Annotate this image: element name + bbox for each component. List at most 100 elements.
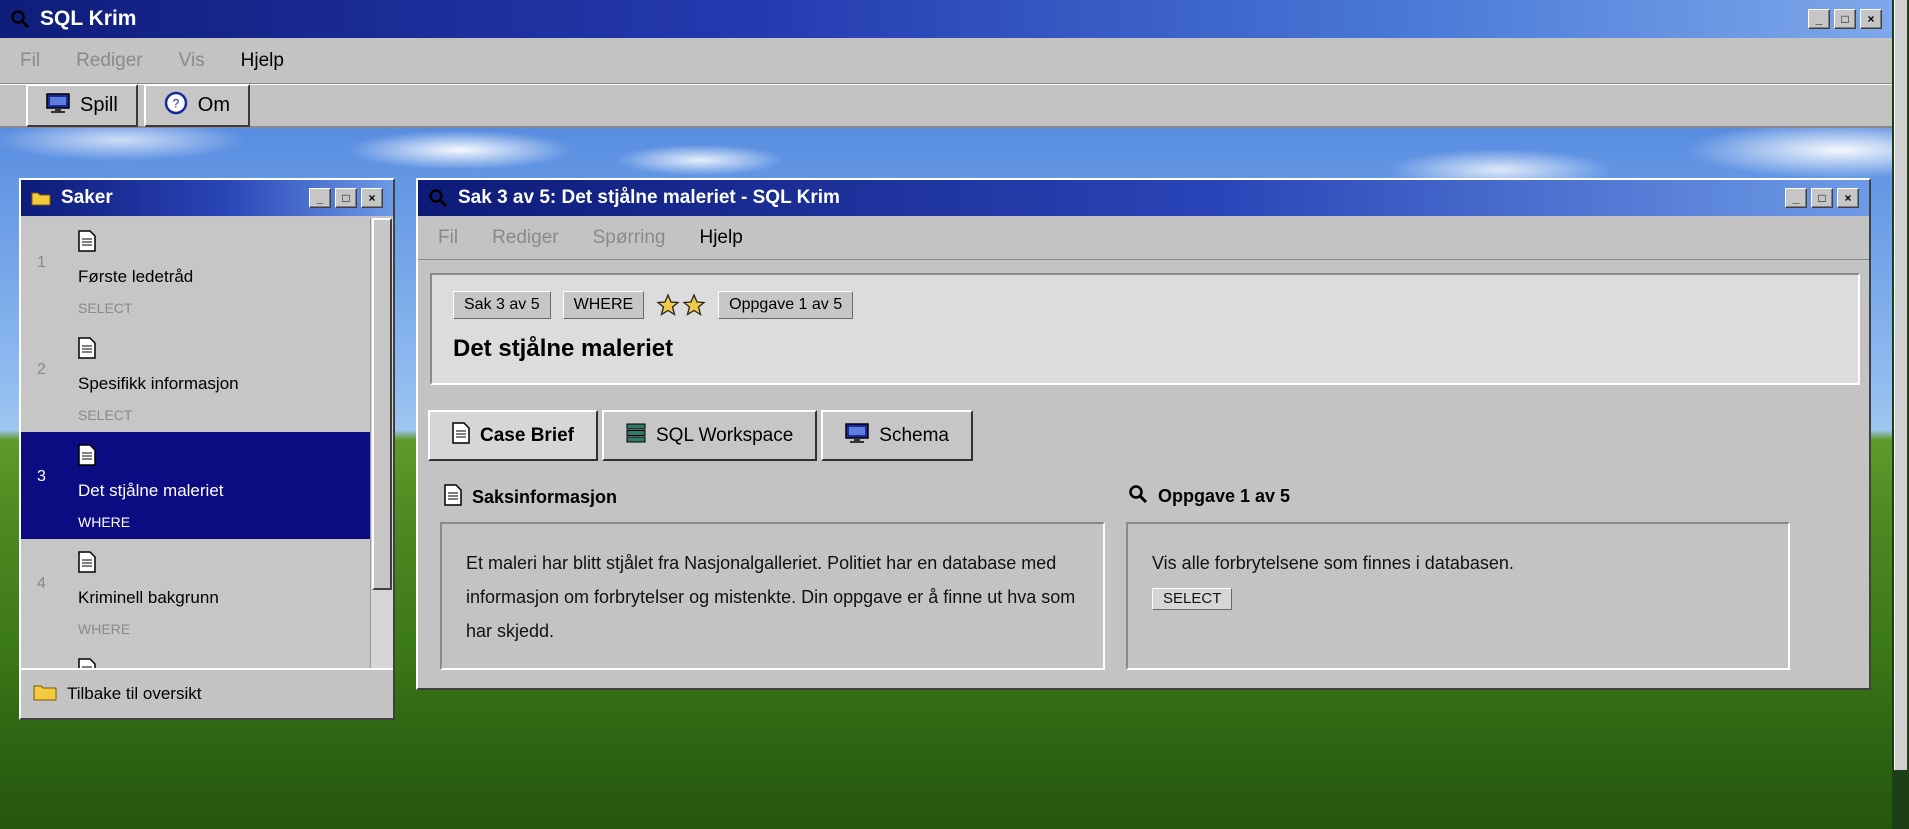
menu-fil[interactable]: Fil xyxy=(0,50,56,72)
case-name: Spesifikk informasjon xyxy=(78,374,239,393)
tab-label: Schema xyxy=(879,424,949,446)
tab-label: Case Brief xyxy=(480,424,574,446)
about-label: Om xyxy=(197,94,231,116)
case-window-title: Sak 3 av 5: Det stjålne maleriet - SQL K… xyxy=(458,187,840,208)
topic-badge: WHERE xyxy=(562,291,645,319)
case-window-controls: _ □ × xyxy=(1785,188,1869,208)
tab-case-brief[interactable]: Case Brief xyxy=(428,410,598,461)
case-number: 1 xyxy=(37,254,46,271)
tab-schema[interactable]: Schema xyxy=(821,410,973,461)
case-item-4[interactable]: 4 Kriminell bakgrunn WHERE xyxy=(21,539,370,646)
back-to-overview-button[interactable]: Tilbake til oversikt xyxy=(21,668,393,718)
case-number: 2 xyxy=(37,361,46,378)
menu-hjelp[interactable]: Hjelp xyxy=(221,50,300,72)
database-icon xyxy=(626,423,646,449)
document-icon xyxy=(444,484,462,511)
maximize-button[interactable]: □ xyxy=(335,188,357,208)
case-item-1[interactable]: 1 Første ledetråd SELECT xyxy=(21,218,370,325)
tab-label: SQL Workspace xyxy=(656,424,794,446)
info-heading: Saksinformasjon xyxy=(444,484,617,511)
case-tag: WHERE xyxy=(78,514,131,530)
star-icon xyxy=(682,293,706,316)
case-item-3[interactable]: 3 Det stjålne maleriet WHERE xyxy=(21,432,370,539)
svg-text:?: ? xyxy=(172,96,179,110)
menu-hjelp[interactable]: Hjelp xyxy=(679,227,756,249)
case-tag: WHERE xyxy=(78,621,131,637)
case-title: Det stjålne maleriet xyxy=(453,335,674,362)
maximize-button[interactable]: □ xyxy=(1811,188,1833,208)
task-heading-label: Oppgave 1 av 5 xyxy=(1158,486,1291,506)
saker-window-controls: _ □ × xyxy=(309,188,393,208)
document-icon xyxy=(452,421,470,450)
app-title: SQL Krim xyxy=(40,7,137,30)
case-number: 4 xyxy=(37,575,46,592)
menu-sporring[interactable]: Spørring xyxy=(573,227,680,249)
app-menubar: Fil Rediger Vis Hjelp xyxy=(0,38,1892,84)
monitor-icon xyxy=(845,422,870,449)
case-item-2[interactable]: 2 Spesifikk informasjon SELECT xyxy=(21,325,370,432)
play-label: Spill xyxy=(80,94,118,116)
app-toolbar: Spill ? Om xyxy=(0,84,1892,128)
minimize-button[interactable]: _ xyxy=(309,188,331,208)
scrollbar-thumb[interactable] xyxy=(372,218,392,590)
task-heading: Oppgave 1 av 5 xyxy=(1128,484,1290,509)
magnifier-icon xyxy=(0,0,40,38)
case-item-5[interactable] xyxy=(21,646,370,670)
difficulty-stars xyxy=(656,293,706,317)
case-number-badge: Sak 3 av 5 xyxy=(453,291,551,319)
case-name: Kriminell bakgrunn xyxy=(78,588,219,607)
close-button[interactable]: × xyxy=(1860,9,1882,29)
case-tabs: Case Brief SQL Workspace Schema xyxy=(428,410,973,461)
task-panel: Vis alle forbrytelsene som finnes i data… xyxy=(1126,522,1790,670)
minimize-button[interactable]: _ xyxy=(1785,188,1807,208)
help-icon: ? xyxy=(164,91,188,121)
case-header: Sak 3 av 5 WHERE Oppgave 1 av 5 Det stjå… xyxy=(430,273,1860,385)
desktop-scrollbar[interactable] xyxy=(1894,0,1907,770)
menu-vis[interactable]: Vis xyxy=(159,50,221,72)
case-badges: Sak 3 av 5 WHERE Oppgave 1 av 5 xyxy=(453,291,854,319)
case-titlebar: Sak 3 av 5: Det stjålne maleriet - SQL K… xyxy=(418,180,1869,216)
task-sql-tag: SELECT xyxy=(1152,588,1233,610)
star-icon xyxy=(656,293,680,316)
info-heading-label: Saksinformasjon xyxy=(472,487,618,507)
case-tag: SELECT xyxy=(78,300,133,316)
close-button[interactable]: × xyxy=(1837,188,1859,208)
menu-rediger[interactable]: Rediger xyxy=(472,227,573,249)
task-text: Vis alle forbrytelsene som finnes i data… xyxy=(1152,553,1514,573)
case-window: Sak 3 av 5: Det stjålne maleriet - SQL K… xyxy=(416,178,1871,690)
task-badge: Oppgave 1 av 5 xyxy=(718,291,854,319)
folder-icon xyxy=(21,190,61,206)
saker-title: Saker xyxy=(61,187,113,208)
menu-rediger[interactable]: Rediger xyxy=(56,50,159,72)
case-list-scrollbar[interactable] xyxy=(370,218,393,670)
app-window-edge xyxy=(1892,0,1909,829)
menu-fil[interactable]: Fil xyxy=(418,227,472,249)
monitor-icon xyxy=(46,92,70,119)
document-icon xyxy=(78,551,96,578)
document-icon xyxy=(78,444,96,471)
minimize-button[interactable]: _ xyxy=(1808,9,1830,29)
about-button[interactable]: ? Om xyxy=(143,84,251,127)
case-name: Det stjålne maleriet xyxy=(78,481,224,500)
info-panel: Et maleri har blitt stjålet fra Nasjonal… xyxy=(440,522,1105,670)
info-text: Et maleri har blitt stjålet fra Nasjonal… xyxy=(466,553,1076,641)
app-window-controls: _ □ × xyxy=(1808,9,1892,29)
saker-window: Saker _ □ × 1 Første ledetråd SELECT 2 S… xyxy=(19,178,395,720)
case-tag: SELECT xyxy=(78,407,133,423)
document-icon xyxy=(78,337,96,364)
maximize-button[interactable]: □ xyxy=(1834,9,1856,29)
magnifier-icon xyxy=(1128,484,1148,509)
document-icon xyxy=(78,230,96,257)
case-number: 3 xyxy=(37,468,46,485)
play-button[interactable]: Spill xyxy=(26,84,138,127)
case-list: 1 Første ledetråd SELECT 2 Spesifikk inf… xyxy=(21,218,370,670)
magnifier-icon xyxy=(418,188,458,208)
app-titlebar: SQL Krim _ □ × xyxy=(0,0,1892,38)
case-menubar: Fil Rediger Spørring Hjelp xyxy=(418,216,1869,260)
case-name: Første ledetråd xyxy=(78,267,194,286)
close-button[interactable]: × xyxy=(361,188,383,208)
tab-sql-workspace[interactable]: SQL Workspace xyxy=(602,410,818,461)
back-label: Tilbake til oversikt xyxy=(67,684,202,703)
folder-icon xyxy=(33,683,57,706)
saker-titlebar: Saker _ □ × xyxy=(21,180,393,216)
